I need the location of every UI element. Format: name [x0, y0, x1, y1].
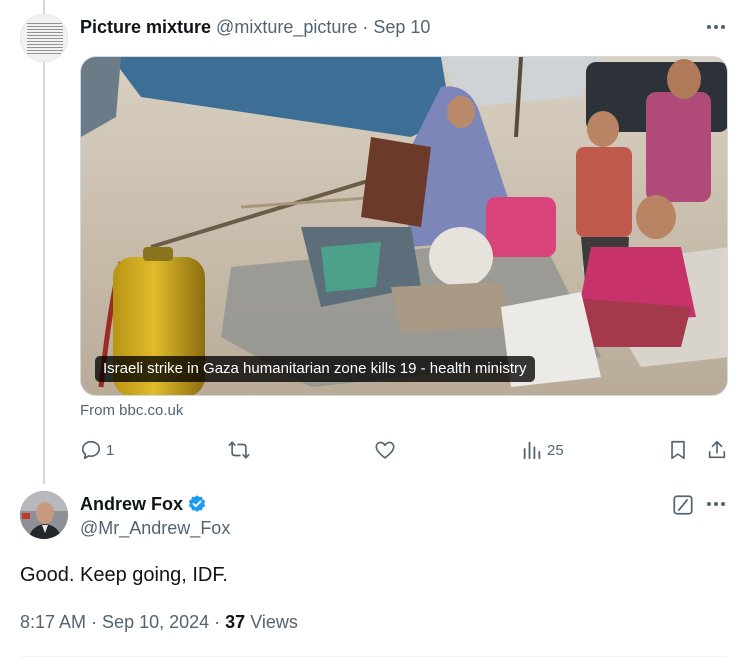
- link-source[interactable]: From bbc.co.uk: [80, 402, 183, 419]
- quoted-post-media-card[interactable]: Israeli strike in Gaza humanitarian zone…: [80, 56, 728, 396]
- quoted-post-display-name[interactable]: Picture mixture: [80, 17, 211, 38]
- post-time[interactable]: 8:17 AM: [20, 612, 86, 633]
- media-caption: Israeli strike in Gaza humanitarian zone…: [95, 356, 535, 382]
- main-post-display-name[interactable]: Andrew Fox: [80, 494, 183, 515]
- quoted-post-date[interactable]: Sep 10: [373, 17, 430, 38]
- news-photo-image: [81, 57, 727, 395]
- repost-icon: [228, 441, 250, 459]
- like-button[interactable]: [374, 438, 396, 462]
- main-post-views-count: 37: [225, 612, 246, 632]
- views-analytics-button[interactable]: 25: [521, 438, 564, 462]
- quoted-post-header: Picture mixture @mixture_picture · Sep 1…: [80, 16, 430, 38]
- reply-icon: [81, 440, 101, 460]
- share-icon: [708, 440, 726, 459]
- reply-count: 1: [106, 441, 115, 459]
- bookmark-icon: [671, 440, 685, 460]
- picture-mixture-avatar[interactable]: [20, 14, 68, 62]
- main-post-metadata: 8:17 AM · Sep 10, 2024 · 37 Views: [20, 612, 298, 633]
- views-label: Views: [250, 612, 298, 632]
- profile-photo: [20, 491, 68, 539]
- main-post-more-icon[interactable]: [704, 494, 728, 514]
- andrew-fox-avatar[interactable]: [20, 491, 68, 539]
- share-button[interactable]: [706, 438, 728, 462]
- grok-icon[interactable]: [672, 494, 694, 516]
- quoted-post-handle[interactable]: @mixture_picture: [216, 17, 357, 38]
- verified-badge-icon[interactable]: [187, 494, 207, 514]
- separator-dot: ·: [362, 16, 369, 37]
- divider: [20, 656, 727, 657]
- analytics-icon: [523, 441, 541, 460]
- repost-button[interactable]: [228, 438, 250, 462]
- separator-dot: ·: [214, 612, 221, 632]
- main-post-text: Good. Keep going, IDF.: [20, 564, 228, 586]
- bookmark-button[interactable]: [667, 438, 689, 462]
- post-date[interactable]: Sep 10, 2024: [102, 612, 209, 633]
- quoted-post-more-icon[interactable]: [704, 17, 728, 37]
- heart-icon: [375, 441, 395, 459]
- main-post-handle[interactable]: @Mr_Andrew_Fox: [80, 518, 230, 539]
- views-count: 25: [547, 441, 564, 459]
- reply-button[interactable]: 1: [80, 438, 114, 462]
- main-post-name-row: Andrew Fox: [80, 492, 207, 516]
- thread-connector-line: [43, 0, 45, 484]
- separator-dot: ·: [91, 612, 98, 632]
